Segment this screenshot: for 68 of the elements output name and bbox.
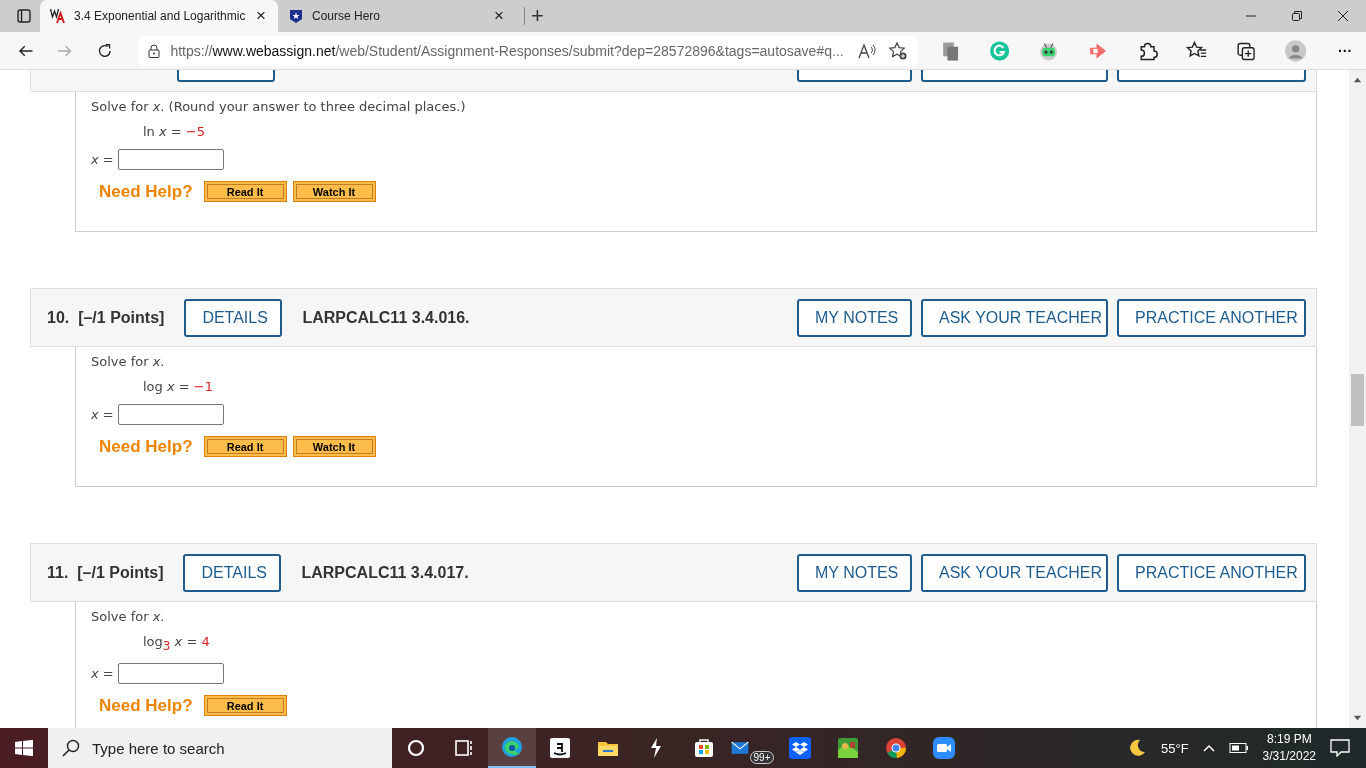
answer-label: x = — [91, 407, 114, 422]
watch-it-button[interactable]: Watch It — [292, 436, 376, 457]
weather-temperature: 55°F — [1161, 740, 1189, 756]
question-code: LARPCALC11 3.4.016. — [302, 308, 470, 327]
video-call-icon[interactable] — [932, 736, 956, 760]
url-text: https://www.webassign.net/web/Student/Assignment-Responses/submit?dep=28572896&tags=autosave#q... — [170, 42, 845, 59]
equation: ln x = −5 — [143, 124, 207, 139]
answer-field[interactable] — [117, 149, 224, 170]
watch-it-button[interactable]: Watch It — [292, 181, 376, 202]
scrollbar-thumb[interactable] — [1351, 374, 1364, 426]
unread-count-badge: 99+ — [749, 751, 775, 764]
tab-title: 3.4 Exponential and Logarithmic — [74, 9, 247, 23]
notifications-icon[interactable] — [1330, 739, 1350, 757]
practice-button[interactable]: PRACTICE ANOTHER — [1117, 553, 1306, 592]
question-prompt: Solve for x. — [91, 354, 166, 369]
dropbox-icon[interactable] — [788, 736, 812, 760]
help-label: Need Help? — [99, 436, 193, 457]
new-tab-button[interactable]: + — [524, 7, 550, 25]
chevron-up-icon[interactable] — [1202, 744, 1215, 752]
moon-icon — [1127, 738, 1147, 758]
search-icon — [62, 739, 80, 757]
read-it-button[interactable]: Read It — [203, 436, 287, 457]
practice-button[interactable]: PRACTICE ANOTHER — [1117, 298, 1306, 337]
read-it-button[interactable]: Read It — [203, 695, 287, 716]
address-field[interactable]: https://www.webassign.net/web/Student/Assignment-Responses/submit?dep=28572896&tags=autosave#q... — [138, 35, 918, 66]
tab-title: Course Hero — [312, 9, 382, 23]
read-it-button[interactable]: Read It — [203, 181, 287, 202]
more-options-button[interactable]: ··· — [1332, 41, 1359, 60]
clock-time[interactable]: 8:19 PM — [1266, 731, 1312, 748]
search-placeholder: Type here to search — [92, 739, 225, 757]
chrome-icon[interactable] — [884, 736, 908, 760]
notes-button[interactable]: MY NOTES — [797, 553, 912, 592]
read-aloud-icon[interactable] — [857, 42, 878, 59]
favorite-star-icon[interactable] — [887, 40, 908, 61]
browser-edge-icon[interactable] — [500, 735, 524, 759]
site-logo-icon — [50, 8, 66, 24]
question-code: LARPCALC11 3.4.017. — [301, 563, 469, 582]
profile-avatar-icon[interactable] — [1284, 39, 1307, 62]
question-prompt: Solve for x. (Round your answer to three decimal places.) — [91, 99, 467, 114]
answer-label: x = — [91, 152, 114, 167]
tab-actions-icon[interactable] — [16, 8, 32, 24]
browser-tab[interactable]: Course Hero × — [278, 0, 516, 32]
lock-icon — [148, 43, 161, 58]
taskbar-search-field[interactable]: Type here to search — [48, 728, 392, 768]
notes-button[interactable]: MY NOTES — [797, 298, 912, 337]
game-icon[interactable] — [836, 736, 860, 760]
shield-icon — [288, 8, 304, 24]
browser-tab[interactable]: 3.4 Exponential and Logarithmic × — [40, 0, 278, 32]
clock-date[interactable]: 3/31/2022 — [1262, 748, 1316, 765]
ask-teacher-button[interactable]: ASK YOUR TEACHER — [921, 553, 1108, 592]
question-prompt: Solve for x. — [91, 609, 166, 624]
question-points: 10. [–/1 Points] — [47, 308, 165, 327]
scroll-up-icon[interactable] — [1353, 75, 1362, 84]
details-button[interactable]: DETAILS — [183, 553, 282, 592]
ask-teacher-button[interactable]: ASK YOUR TEACHER — [921, 298, 1108, 337]
help-label: Need Help? — [99, 695, 193, 716]
help-label: Need Help? — [99, 181, 193, 202]
store-icon[interactable] — [692, 736, 716, 760]
answer-label: x = — [91, 666, 114, 681]
scroll-down-icon[interactable] — [1353, 714, 1362, 723]
details-button[interactable]: DETAILS — [184, 298, 283, 337]
question-points: 11. [–/1 Points] — [47, 563, 164, 582]
close-tab-button[interactable]: × — [492, 6, 506, 26]
close-tab-button[interactable]: × — [254, 6, 268, 26]
equation: log x = −1 — [143, 379, 214, 394]
answer-field[interactable] — [117, 663, 224, 684]
answer-field[interactable] — [117, 404, 224, 425]
battery-icon[interactable] — [1228, 742, 1249, 754]
